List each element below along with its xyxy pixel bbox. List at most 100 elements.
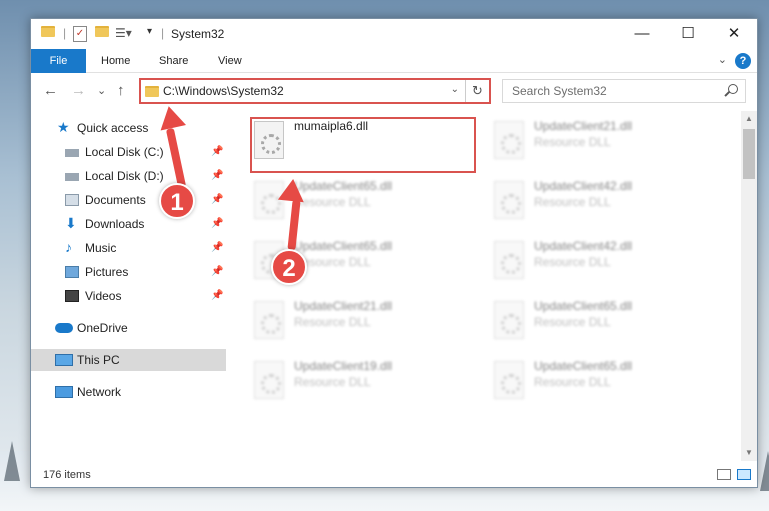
sidebar-item-pictures[interactable]: Pictures 📌 bbox=[31, 261, 226, 283]
file-name: UpdateClient65.dll bbox=[534, 299, 633, 313]
file-type: Resource DLL bbox=[294, 195, 371, 209]
tab-home[interactable]: Home bbox=[101, 49, 130, 73]
search-input[interactable]: Search System32 bbox=[502, 79, 746, 103]
file-name: UpdateClient65.dll bbox=[534, 359, 633, 373]
file-type: Resource DLL bbox=[294, 315, 371, 329]
sidebar-item-local-disk-c[interactable]: Local Disk (C:) 📌 bbox=[31, 141, 226, 163]
videos-icon bbox=[65, 290, 79, 302]
close-button[interactable]: ✕ bbox=[711, 19, 757, 49]
pin-icon[interactable]: 📌 bbox=[211, 141, 223, 163]
dll-file-icon bbox=[494, 301, 524, 339]
download-icon: ⬇ bbox=[65, 215, 77, 231]
pin-icon[interactable]: 📌 bbox=[211, 261, 223, 283]
dll-file-icon bbox=[254, 301, 284, 339]
search-icon[interactable] bbox=[728, 84, 738, 94]
explorer-window: | ✓ ☰▾ ▾ | System32 — ☐ ✕ File Home Shar… bbox=[30, 18, 758, 488]
file-name: UpdateClient42.dll bbox=[534, 179, 633, 193]
file-type: Resource DLL bbox=[534, 195, 611, 209]
background-tree bbox=[760, 451, 769, 491]
expand-ribbon-icon[interactable]: ⌄ bbox=[718, 53, 727, 66]
pin-icon[interactable]: 📌 bbox=[211, 213, 223, 235]
computer-icon bbox=[55, 354, 73, 366]
up-arrow-icon[interactable]: ↑ bbox=[117, 82, 125, 99]
file-type: Resource DLL bbox=[294, 375, 371, 389]
sidebar-item-network[interactable]: Network bbox=[31, 381, 226, 403]
documents-icon bbox=[65, 194, 79, 206]
sidebar-item-documents[interactable]: Documents 📌 bbox=[31, 189, 226, 211]
sidebar-item-local-disk-d[interactable]: Local Disk (D:) 📌 bbox=[31, 165, 226, 187]
dll-file-icon bbox=[494, 181, 524, 219]
scroll-down-icon[interactable]: ▼ bbox=[741, 445, 757, 461]
pin-icon[interactable]: 📌 bbox=[211, 285, 223, 307]
drive-icon bbox=[65, 173, 79, 181]
sidebar-item-this-pc[interactable]: This PC bbox=[31, 349, 226, 371]
pin-icon[interactable]: 📌 bbox=[211, 165, 223, 187]
file-type: Resource DLL bbox=[534, 135, 611, 149]
background-tree bbox=[4, 441, 20, 481]
customize-toolbar-icon[interactable]: ▾ bbox=[147, 26, 152, 42]
cloud-icon bbox=[55, 323, 73, 333]
music-icon: ♪ bbox=[65, 239, 72, 255]
vertical-scrollbar[interactable]: ▲ ▼ bbox=[741, 111, 757, 461]
dll-file-icon bbox=[494, 241, 524, 279]
file-item[interactable]: UpdateClient19.dll Resource DLL bbox=[246, 355, 474, 409]
sidebar-item-quick-access[interactable]: ★ Quick access bbox=[31, 117, 226, 139]
file-type: Resource DLL bbox=[534, 255, 611, 269]
file-name: UpdateClient19.dll bbox=[294, 359, 393, 373]
minimize-button[interactable]: — bbox=[619, 19, 665, 49]
new-folder-icon[interactable] bbox=[95, 26, 109, 37]
navigation-bar: ← → ⌄ ↑ C:\Windows\System32 ⌄ ↻ Search S… bbox=[31, 74, 757, 108]
back-arrow-icon[interactable]: ← bbox=[43, 82, 58, 99]
step-1-badge: 1 bbox=[159, 183, 195, 219]
scroll-thumb[interactable] bbox=[743, 129, 755, 179]
dll-file-icon bbox=[254, 361, 284, 399]
star-icon: ★ bbox=[57, 119, 70, 135]
file-item[interactable]: UpdateClient65.dll Resource DLL bbox=[486, 355, 714, 409]
sidebar-item-music[interactable]: ♪ Music 📌 bbox=[31, 237, 226, 259]
refresh-icon[interactable]: ↻ bbox=[465, 80, 489, 102]
scroll-up-icon[interactable]: ▲ bbox=[741, 111, 757, 127]
address-dropdown-icon[interactable]: ⌄ bbox=[451, 84, 459, 95]
tab-file[interactable]: File bbox=[31, 49, 86, 73]
file-type: Resource DLL bbox=[534, 315, 611, 329]
sidebar-item-videos[interactable]: Videos 📌 bbox=[31, 285, 226, 307]
pin-icon[interactable]: 📌 bbox=[211, 237, 223, 259]
file-item[interactable]: UpdateClient21.dll Resource DLL bbox=[246, 295, 474, 349]
file-item[interactable]: UpdateClient42.dll Resource DLL bbox=[486, 235, 714, 289]
file-item[interactable]: UpdateClient42.dll Resource DLL bbox=[486, 175, 714, 229]
window-title: System32 bbox=[171, 27, 225, 41]
details-view-icon[interactable] bbox=[717, 469, 731, 480]
sidebar-item-downloads[interactable]: ⬇ Downloads 📌 bbox=[31, 213, 226, 235]
highlight-box bbox=[250, 117, 476, 173]
navigation-pane: ★ Quick access Local Disk (C:) 📌 Local D… bbox=[31, 111, 226, 461]
quick-access-toolbar-icon[interactable]: ☰▾ bbox=[115, 26, 132, 42]
large-icons-view-icon[interactable] bbox=[737, 469, 751, 480]
file-name: UpdateClient21.dll bbox=[294, 299, 393, 313]
dll-file-icon bbox=[494, 361, 524, 399]
maximize-button[interactable]: ☐ bbox=[665, 19, 711, 49]
address-path[interactable]: C:\Windows\System32 bbox=[163, 84, 284, 98]
step-2-badge: 2 bbox=[271, 249, 307, 285]
tab-view[interactable]: View bbox=[218, 49, 242, 73]
file-item[interactable]: UpdateClient65.dll Resource DLL bbox=[486, 295, 714, 349]
search-placeholder: Search System32 bbox=[512, 84, 607, 98]
recent-locations-icon[interactable]: ⌄ bbox=[97, 84, 106, 97]
status-bar: 176 items bbox=[31, 463, 757, 487]
sidebar-item-onedrive[interactable]: OneDrive bbox=[31, 317, 226, 339]
dll-file-icon bbox=[494, 121, 524, 159]
annotation-arrow-2-head bbox=[277, 177, 307, 203]
file-type: Resource DLL bbox=[534, 375, 611, 389]
address-bar[interactable]: C:\Windows\System32 ⌄ ↻ bbox=[139, 78, 491, 104]
file-item[interactable]: UpdateClient21.dll Resource DLL bbox=[486, 115, 714, 169]
help-icon[interactable]: ? bbox=[735, 53, 751, 69]
forward-arrow-icon[interactable]: → bbox=[71, 82, 86, 99]
pictures-icon bbox=[65, 266, 79, 278]
folder-icon bbox=[145, 86, 159, 97]
properties-icon[interactable]: ✓ bbox=[73, 26, 87, 42]
pin-icon[interactable]: 📌 bbox=[211, 189, 223, 211]
title-bar: | ✓ ☰▾ ▾ | System32 — ☐ ✕ bbox=[31, 19, 757, 49]
file-name: UpdateClient42.dll bbox=[534, 239, 633, 253]
tab-share[interactable]: Share bbox=[159, 49, 188, 73]
drive-icon bbox=[65, 149, 79, 157]
folder-icon bbox=[41, 26, 55, 37]
